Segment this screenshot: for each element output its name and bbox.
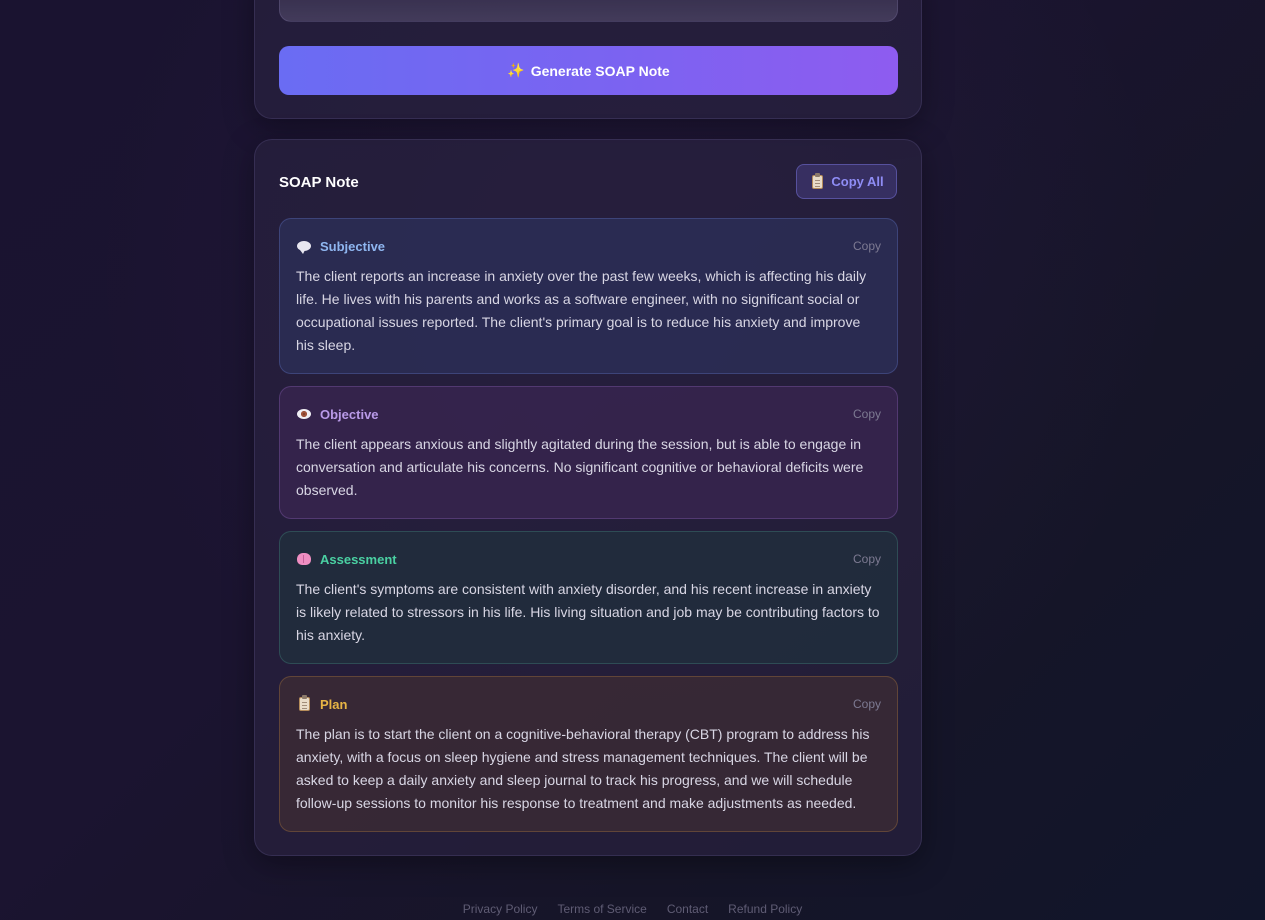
assessment-text: The client's symptoms are consistent wit… bbox=[296, 581, 880, 643]
objective-copy-button[interactable]: Copy bbox=[853, 407, 881, 421]
footer: Privacy Policy Terms of Service Contact … bbox=[0, 902, 1265, 916]
copy-all-button[interactable]: Copy All bbox=[796, 164, 897, 199]
sparkles-icon: ✨ bbox=[507, 62, 525, 78]
objective-text: The client appears anxious and slightly … bbox=[296, 436, 864, 498]
assessment-title: Assessment bbox=[320, 551, 397, 567]
copy-all-label: Copy All bbox=[831, 174, 884, 189]
generate-soap-button[interactable]: ✨ Generate SOAP Note bbox=[279, 46, 898, 95]
plan-section: Plan Copy The plan is to start the clien… bbox=[279, 676, 898, 832]
session-notes-textarea[interactable] bbox=[279, 0, 898, 22]
eye-icon bbox=[296, 406, 312, 422]
subjective-title: Subjective bbox=[320, 238, 386, 254]
objective-section: Objective Copy The client appears anxiou… bbox=[279, 386, 898, 519]
plan-title: Plan bbox=[320, 696, 348, 712]
clipboard-icon bbox=[809, 172, 825, 190]
clipboard-icon bbox=[296, 695, 312, 712]
plan-text: The plan is to start the client on a cog… bbox=[296, 726, 870, 811]
refund-policy-link[interactable]: Refund Policy bbox=[728, 902, 802, 916]
assessment-copy-button[interactable]: Copy bbox=[853, 552, 881, 566]
input-card: ✨ Generate SOAP Note bbox=[254, 0, 922, 119]
brain-icon bbox=[296, 551, 312, 567]
speech-bubble-icon bbox=[296, 238, 312, 254]
assessment-section: Assessment Copy The client's symptoms ar… bbox=[279, 531, 898, 664]
subjective-copy-button[interactable]: Copy bbox=[853, 239, 881, 253]
privacy-policy-link[interactable]: Privacy Policy bbox=[463, 902, 538, 916]
generate-soap-label: Generate SOAP Note bbox=[530, 62, 670, 79]
soap-note-title: SOAP Note bbox=[279, 174, 359, 191]
subjective-section: Subjective Copy The client reports an in… bbox=[279, 218, 898, 374]
plan-copy-button[interactable]: Copy bbox=[853, 697, 881, 711]
objective-title: Objective bbox=[320, 406, 379, 422]
terms-of-service-link[interactable]: Terms of Service bbox=[557, 902, 646, 916]
subjective-text: The client reports an increase in anxiet… bbox=[296, 268, 867, 353]
soap-note-card: SOAP Note Copy All Subjective Copy The c… bbox=[254, 139, 922, 856]
contact-link[interactable]: Contact bbox=[667, 902, 708, 916]
